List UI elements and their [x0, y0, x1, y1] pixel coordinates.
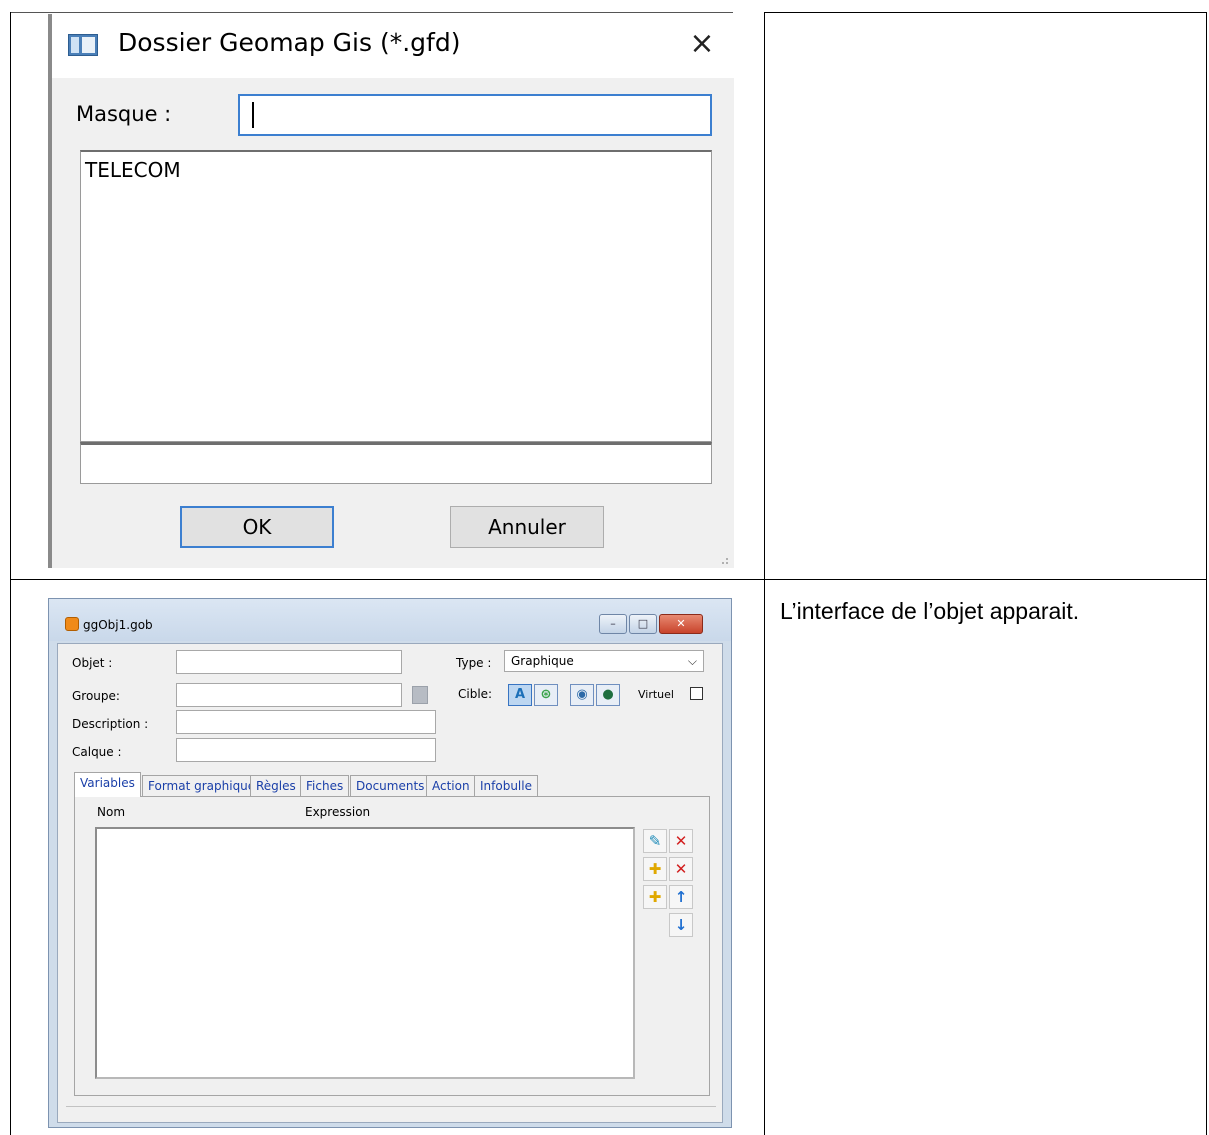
minimize-button[interactable]: – [599, 614, 627, 634]
table-top-border [10, 12, 733, 13]
geo-icon[interactable]: ⊛ [534, 684, 558, 706]
cible-label: Cible: [458, 687, 493, 701]
folder-dialog-title: Dossier Geomap Gis (*.gfd) [118, 28, 461, 57]
move-down-icon[interactable]: ↓ [669, 913, 693, 937]
tab-fiches[interactable]: Fiches [300, 775, 350, 796]
tab-infobulle[interactable]: Infobulle [474, 775, 538, 796]
groupe-label: Groupe: [72, 689, 120, 703]
calque-label: Calque : [72, 745, 122, 759]
selection-field[interactable] [80, 442, 712, 484]
edit-icon[interactable]: ✎ [643, 829, 667, 853]
type-select-value: Graphique [511, 654, 574, 668]
tab-regles[interactable]: Règles [250, 775, 302, 796]
folder-dialog: Dossier Geomap Gis (*.gfd) × Masque : TE… [48, 14, 734, 568]
chevron-down-icon: ⌵ [687, 654, 697, 668]
variables-pane: Nom Expression ✎ ✕ ✚ ✕ ✚ ↑ ↓ [74, 796, 710, 1096]
cancel-button[interactable]: Annuler [450, 506, 604, 548]
object-dialog-titlebar: ggObj1.gob – □ ✕ [49, 599, 731, 641]
group-picker-icon[interactable] [412, 686, 428, 704]
object-dialog: ggObj1.gob – □ ✕ Objet : Groupe: Descrip… [48, 598, 732, 1128]
app-window-icon [68, 34, 98, 56]
description-field[interactable] [176, 710, 436, 734]
mask-input[interactable] [238, 94, 712, 136]
text-caret [252, 102, 254, 128]
type-select[interactable]: Graphique ⌵ [504, 650, 704, 672]
list-item[interactable]: TELECOM [85, 158, 181, 182]
maximize-button[interactable]: □ [629, 614, 657, 634]
delete-icon[interactable]: ✕ [669, 829, 693, 853]
column-header-expression: Expression [305, 805, 371, 819]
autocad-icon[interactable]: A [508, 684, 532, 706]
globe-icon[interactable]: ◉ [570, 684, 594, 706]
virtuel-label: Virtuel [638, 688, 674, 701]
table-row-divider [10, 579, 1207, 580]
groupe-field[interactable] [176, 683, 402, 707]
tab-documents[interactable]: Documents [350, 775, 431, 796]
virtuel-checkbox[interactable] [690, 687, 703, 700]
delete-all-icon[interactable]: ✕ [669, 857, 693, 881]
object-dialog-body: Objet : Groupe: Description : Calque : T… [57, 643, 723, 1123]
folder-dialog-titlebar: Dossier Geomap Gis (*.gfd) × [52, 14, 734, 78]
objet-field[interactable] [176, 650, 402, 674]
add-multiple-icon[interactable]: ✚ [643, 885, 667, 909]
type-label: Type : [456, 656, 492, 670]
table-right-top-border [764, 12, 1207, 13]
resize-grip[interactable] [722, 558, 728, 564]
objet-label: Objet : [72, 656, 113, 670]
table-center-divider [764, 12, 765, 1135]
dialog-footer [66, 1106, 716, 1120]
calque-field[interactable] [176, 738, 436, 762]
caption-text: L’interface de l’objet apparait. [780, 598, 1080, 624]
move-up-icon[interactable]: ↑ [669, 885, 693, 909]
column-header-nom: Nom [97, 805, 126, 819]
tab-format-graphique[interactable]: Format graphique [142, 775, 262, 796]
earth-icon[interactable]: ● [596, 684, 620, 706]
folder-listbox[interactable]: TELECOM [80, 150, 712, 442]
add-icon[interactable]: ✚ [643, 857, 667, 881]
variables-grid[interactable] [95, 827, 635, 1079]
tab-action[interactable]: Action [426, 775, 476, 796]
window-close-button[interactable]: ✕ [659, 614, 703, 634]
close-icon[interactable]: × [684, 26, 720, 62]
table-left-border [10, 12, 11, 1135]
tab-variables[interactable]: Variables [74, 772, 141, 797]
table-right-border [1206, 12, 1207, 1135]
description-label: Description : [72, 717, 149, 731]
mask-label: Masque : [76, 102, 172, 126]
ok-button[interactable]: OK [180, 506, 334, 548]
object-app-icon [65, 617, 79, 631]
object-dialog-title: ggObj1.gob [83, 618, 153, 632]
